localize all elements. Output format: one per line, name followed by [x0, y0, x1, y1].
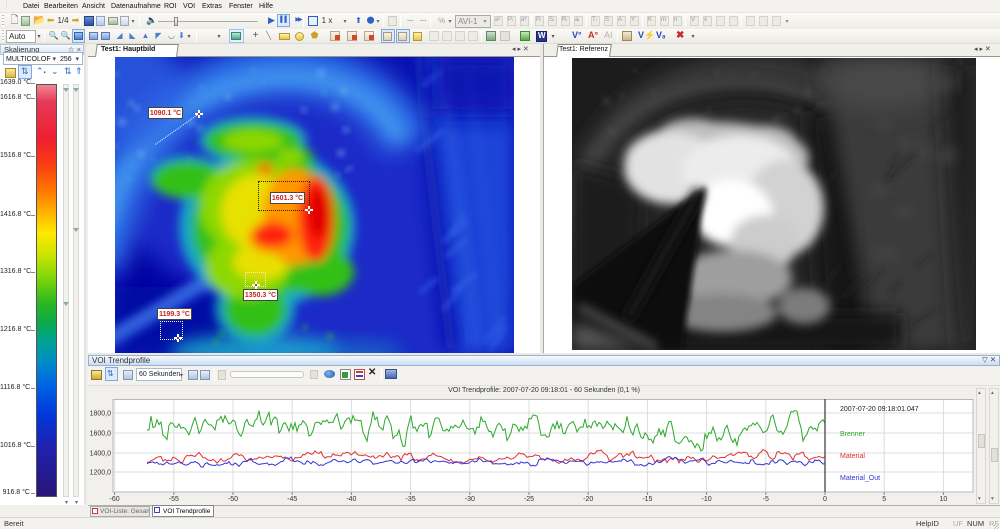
- svg-text:1800,0: 1800,0: [90, 411, 112, 418]
- svg-text:-5: -5: [763, 496, 769, 503]
- svg-text:10: 10: [940, 496, 948, 503]
- svg-text:0: 0: [823, 496, 827, 503]
- svg-text:-60: -60: [110, 496, 120, 503]
- svg-text:-50: -50: [228, 496, 238, 503]
- svg-text:-30: -30: [465, 496, 475, 503]
- svg-text:1400,0: 1400,0: [90, 451, 112, 458]
- svg-text:Material: Material: [840, 453, 865, 460]
- svg-text:2007-07-20 09:18:01.047: 2007-07-20 09:18:01.047: [840, 406, 919, 413]
- svg-text:Material_Out: Material_Out: [840, 475, 880, 482]
- svg-text:-10: -10: [702, 496, 712, 503]
- svg-text:-35: -35: [406, 496, 416, 503]
- svg-text:1600,0: 1600,0: [90, 431, 112, 438]
- svg-text:-40: -40: [346, 496, 356, 503]
- svg-text:5: 5: [882, 496, 886, 503]
- svg-text:-45: -45: [287, 496, 297, 503]
- svg-text:-55: -55: [169, 496, 179, 503]
- svg-text:-20: -20: [583, 496, 593, 503]
- svg-text:1200,0: 1200,0: [90, 470, 112, 477]
- svg-text:Brenner: Brenner: [840, 431, 866, 438]
- svg-text:-15: -15: [642, 496, 652, 503]
- svg-text:-25: -25: [524, 496, 534, 503]
